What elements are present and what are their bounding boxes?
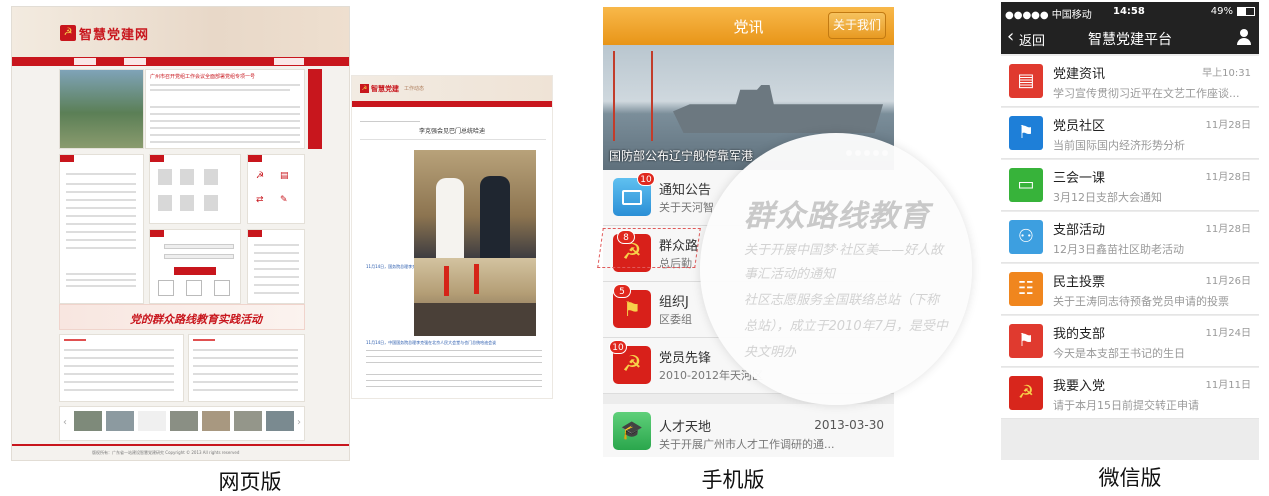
web-box-links [247, 229, 305, 304]
article-logo: 智慧党建 [371, 85, 399, 93]
document-icon: ▤ [1009, 64, 1043, 98]
battery-percent: 49% [1210, 6, 1233, 17]
web-username-input[interactable] [74, 58, 96, 65]
party-emblem-icon: ☭ [1009, 376, 1043, 410]
web-logo: 智慧党建网 [79, 28, 150, 43]
unread-badge: 10 [609, 340, 627, 354]
article-photo-1 [414, 150, 536, 260]
chevron-right-icon[interactable]: › [297, 417, 301, 428]
profile-icon[interactable] [1237, 29, 1251, 45]
web-feature-news: 广州市召开党组工作会议全面部署党组专项一号 [145, 69, 305, 149]
about-us-button[interactable]: 关于我们 [828, 12, 886, 39]
carrier-label: ●●●●● 中国移动 [1005, 10, 1092, 21]
zoom-source-frame [597, 228, 701, 268]
aircraft-carrier-image [673, 85, 883, 133]
web-campaign-banner[interactable]: 党的群众路线教育实践活动 [59, 304, 305, 330]
wechat-item-news[interactable]: ▤ 党建资讯 学习宣传贯彻习近平在文艺工作座谈... 早上10:31 [1001, 56, 1259, 107]
article-header: ☭ 智慧党建 工作动态 [352, 76, 552, 101]
web-version-screenshot: ☭ 智慧党建网 广州市召开党组工作会议全面部署党组专项一号 ☭ ▤ ⇄ ✎ 党的… [11, 6, 350, 461]
graduation-cap-icon: 🎓 [613, 412, 651, 450]
wechat-title: 智慧党建平台 [1088, 32, 1172, 48]
chevron-left-icon[interactable]: ‹ [63, 417, 67, 428]
party-emblem-icon: ☭ [360, 84, 369, 93]
wechat-item-community[interactable]: ⚑ 党员社区 当前国际国内经济形势分析 11月28日 [1001, 108, 1259, 159]
article-subtitle: 工作动态 [404, 86, 425, 92]
web-header: ☭ 智慧党建网 [12, 7, 349, 57]
caption-wechat: 微信版 [1098, 466, 1162, 490]
web-box-members [149, 154, 241, 224]
web-box-ranking [59, 154, 144, 304]
web-search-input[interactable] [274, 58, 304, 65]
ballot-icon: ☷ [1009, 272, 1043, 306]
mobile-item-talent[interactable]: 🎓 人才天地 关于开展广州市人才工作调研的通... 2013-03-30 [603, 404, 894, 457]
article-nav-bar[interactable] [352, 101, 552, 107]
article-caption-2: 11月14日，中国国务院总理李克强在北京人民大会堂与也门总统哈迪会谈 [366, 340, 497, 345]
web-feature-headline[interactable]: 广州市召开党组工作会议全面部署党组专项一号 [150, 73, 255, 80]
web-side-tabs[interactable] [308, 69, 322, 149]
magnifier-title: 群众路线教育 [744, 199, 930, 234]
article-photo-2 [414, 258, 536, 336]
meeting-icon: ▭ [1009, 168, 1043, 202]
unread-badge: 10 [637, 172, 655, 186]
web-box-search-form [149, 229, 241, 304]
party-flag-icon: ⚑ [1009, 324, 1043, 358]
web-photo-strip[interactable]: ‹ › [59, 406, 305, 441]
wechat-item-voting[interactable]: ☷ 民主投票 关于王涛同志待预备党员申请的投票 11月26日 [1001, 264, 1259, 315]
clock: 14:58 [1113, 6, 1145, 17]
web-article-screenshot: ☭ 智慧党建 工作动态 李克强会见巴门总统哈迪 11月14日，国务院总理李克强在… [351, 75, 553, 399]
web-submit-button[interactable] [174, 267, 216, 275]
web-nav-bar[interactable] [12, 57, 349, 66]
battery-icon [1237, 7, 1255, 16]
wechat-item-join[interactable]: ☭ 我要入党 请于本月15日前提交转正申请 11月11日 [1001, 368, 1259, 419]
caption-mobile: 手机版 [701, 468, 765, 492]
status-bar: ●●●●● 中国移动 14:58 49% [1001, 2, 1259, 22]
web-footer: 版权所有：广东省—站建设智慧党建研究 Copyright © 2013 All … [92, 450, 240, 455]
web-news-list-right [188, 334, 305, 402]
wechat-version-screenshot: ●●●●● 中国移动 14:58 49% ‹ 返回 智慧党建平台 ▤ 党建资讯 … [1001, 2, 1259, 460]
web-news-list-left [59, 334, 184, 402]
party-emblem-icon: ☭ [60, 25, 76, 41]
wechat-nav-bar: ‹ 返回 智慧党建平台 [1001, 22, 1259, 54]
web-box-tools: ☭ ▤ ⇄ ✎ [247, 154, 305, 224]
article-title: 李克强会见巴门总统哈迪 [418, 128, 485, 135]
web-password-input[interactable] [124, 58, 146, 65]
flag-person-icon: ⚑ [1009, 116, 1043, 150]
hero-caption: 国防部公布辽宁舰停靠军港 [609, 149, 754, 163]
wechat-item-meetings[interactable]: ▭ 三会一课 3月12日支部大会通知 11月28日 [1001, 160, 1259, 211]
organization-icon: ⚇ [1009, 220, 1043, 254]
unread-badge: 5 [613, 284, 631, 298]
magnifier-callout: 群众路线教育 关于开展中国梦·社区美——好人故 事汇活动的通知 社区志愿服务全国… [700, 133, 972, 405]
mobile-top-bar: 党讯 关于我们 [603, 7, 894, 45]
web-feature-photo[interactable] [59, 69, 144, 149]
wechat-item-activities[interactable]: ⚇ 支部活动 12月3日鑫苗社区助老活动 11月28日 [1001, 212, 1259, 263]
crane-image [613, 51, 653, 141]
caption-web: 网页版 [218, 470, 282, 494]
wechat-item-branch[interactable]: ⚑ 我的支部 今天是本支部王书记的生日 11月24日 [1001, 316, 1259, 367]
